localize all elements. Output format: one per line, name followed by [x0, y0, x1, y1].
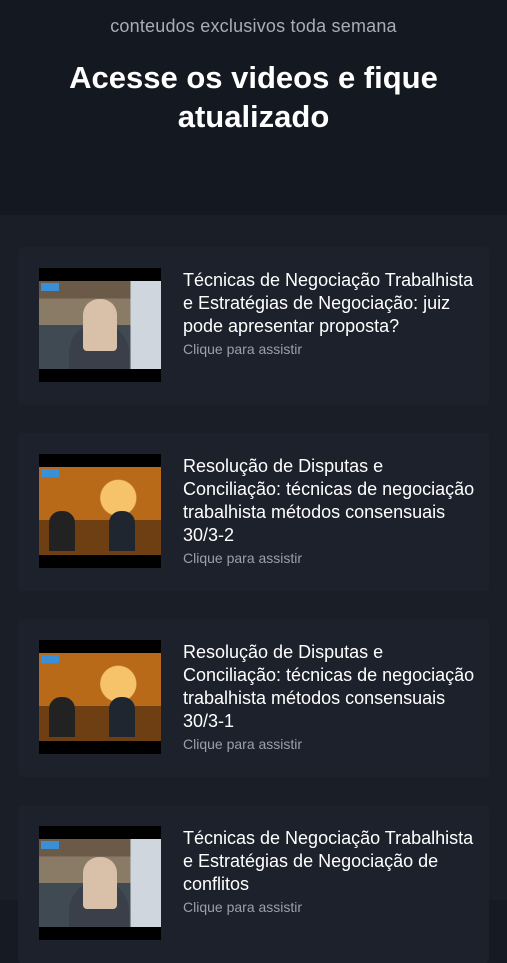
- video-card[interactable]: Resolução de Disputas e Conciliação: téc…: [18, 619, 489, 777]
- video-title[interactable]: Técnicas de Negociação Trabalhista e Est…: [183, 827, 477, 896]
- video-thumbnail[interactable]: [39, 826, 161, 940]
- channel-badge-icon: [41, 469, 59, 477]
- video-card[interactable]: Resolução de Disputas e Conciliação: téc…: [18, 433, 489, 591]
- watch-link[interactable]: Clique para assistir: [183, 550, 477, 566]
- thumbnail-image: [39, 467, 161, 555]
- page-title: Acesse os videos e fique atualizado: [69, 60, 438, 134]
- thumbnail-image: [39, 281, 161, 369]
- video-title[interactable]: Resolução de Disputas e Conciliação: téc…: [183, 455, 477, 547]
- watch-link[interactable]: Clique para assistir: [183, 341, 477, 357]
- person-face-image: [83, 299, 117, 351]
- person-image: [49, 511, 75, 551]
- person-face-image: [83, 857, 117, 909]
- person-image: [49, 697, 75, 737]
- video-title[interactable]: Técnicas de Negociação Trabalhista e Est…: [183, 269, 477, 338]
- video-title[interactable]: Resolução de Disputas e Conciliação: téc…: [183, 641, 477, 733]
- video-thumbnail[interactable]: [39, 454, 161, 568]
- video-thumbnail[interactable]: [39, 640, 161, 754]
- channel-badge-icon: [41, 283, 59, 291]
- video-card[interactable]: Técnicas de Negociação Trabalhista e Est…: [18, 247, 489, 405]
- channel-badge-icon: [41, 841, 59, 849]
- watch-link[interactable]: Clique para assistir: [183, 899, 477, 915]
- page-header: conteudos exclusivos toda semana Acesse …: [0, 0, 507, 215]
- thumbnail-image: [39, 653, 161, 741]
- page-subtitle: conteudos exclusivos toda semana: [110, 16, 397, 36]
- thumbnail-image: [39, 839, 161, 927]
- person-image: [109, 511, 135, 551]
- video-info: Técnicas de Negociação Trabalhista e Est…: [183, 269, 477, 357]
- channel-badge-icon: [41, 655, 59, 663]
- video-info: Resolução de Disputas e Conciliação: téc…: [183, 641, 477, 752]
- video-info: Técnicas de Negociação Trabalhista e Est…: [183, 827, 477, 915]
- watch-link[interactable]: Clique para assistir: [183, 736, 477, 752]
- video-info: Resolução de Disputas e Conciliação: téc…: [183, 455, 477, 566]
- video-thumbnail[interactable]: [39, 268, 161, 382]
- video-card[interactable]: Técnicas de Negociação Trabalhista e Est…: [18, 805, 489, 963]
- video-list: Técnicas de Negociação Trabalhista e Est…: [0, 215, 507, 963]
- person-image: [109, 697, 135, 737]
